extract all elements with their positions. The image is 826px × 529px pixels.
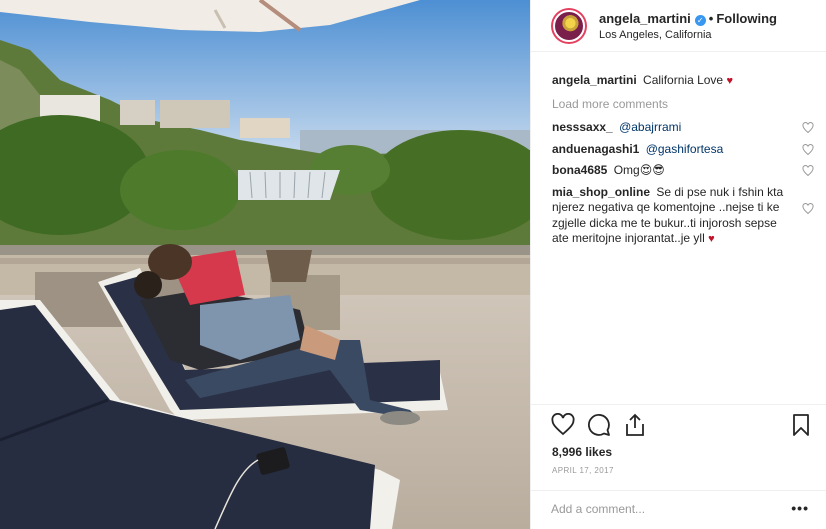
post-caption: angela_martini California Love ♥ bbox=[552, 72, 814, 89]
comment-item: bona4685 Omg😍😎 bbox=[552, 163, 814, 179]
add-comment-bar: ••• bbox=[531, 490, 826, 529]
comment-text[interactable]: @abajrrami bbox=[619, 120, 681, 134]
likes-count[interactable]: 8,996 likes bbox=[552, 445, 612, 459]
more-options-button[interactable]: ••• bbox=[791, 500, 809, 516]
post-side-panel: angela_martini ✓ • Following Los Angeles, C… bbox=[530, 0, 826, 529]
location-link[interactable]: Los Angeles, California bbox=[599, 29, 712, 41]
post-image bbox=[0, 0, 530, 529]
comment-username[interactable]: nesssaxx_ bbox=[552, 120, 613, 134]
comment-text: Omg😍😎 bbox=[613, 163, 665, 177]
caption-username[interactable]: angela_martini bbox=[552, 73, 637, 87]
comment-like-heart-icon[interactable] bbox=[802, 202, 814, 215]
post-actions: 8,996 likes APRIL 17, 2017 ••• bbox=[531, 404, 826, 529]
comment-text[interactable]: @gashifortesa bbox=[646, 142, 724, 156]
share-icon[interactable] bbox=[623, 413, 647, 437]
avatar[interactable] bbox=[551, 8, 587, 44]
comments-list: angela_martini California Love ♥ Load mo… bbox=[552, 72, 814, 254]
load-more-comments-button[interactable]: Load more comments bbox=[552, 97, 814, 111]
comment-icon[interactable] bbox=[587, 413, 611, 437]
heart-icon[interactable] bbox=[551, 413, 575, 437]
comment-like-heart-icon[interactable] bbox=[802, 143, 814, 156]
caption-text: California Love bbox=[643, 73, 724, 87]
post-date: APRIL 17, 2017 bbox=[552, 466, 614, 475]
comment-like-heart-icon[interactable] bbox=[802, 122, 814, 134]
following-button[interactable]: Following bbox=[716, 11, 777, 26]
bookmark-icon[interactable] bbox=[789, 413, 813, 437]
comment-like-heart-icon[interactable] bbox=[802, 165, 814, 177]
post-photo[interactable] bbox=[0, 0, 530, 529]
heart-emoji: ♥ bbox=[708, 233, 715, 245]
comment-username[interactable]: anduenagashi1 bbox=[552, 142, 639, 156]
separator-dot: • bbox=[708, 11, 714, 26]
add-comment-input[interactable] bbox=[551, 502, 771, 516]
comment-item: nesssaxx_ @abajrrami bbox=[552, 120, 814, 136]
comment-item: mia_shop_online Se di pse nuk i fshin kt… bbox=[552, 185, 814, 248]
comment-item: anduenagashi1 @gashifortesa bbox=[552, 142, 814, 158]
header-username[interactable]: angela_martini bbox=[599, 11, 691, 26]
post-header: angela_martini ✓ • Following Los Angeles, C… bbox=[531, 0, 826, 52]
comment-username[interactable]: bona4685 bbox=[552, 163, 607, 177]
heart-emoji: ♥ bbox=[726, 75, 733, 87]
verified-badge-icon: ✓ bbox=[694, 15, 706, 26]
comment-username[interactable]: mia_shop_online bbox=[552, 185, 650, 199]
header-username-row: angela_martini ✓ • Following bbox=[599, 11, 777, 26]
